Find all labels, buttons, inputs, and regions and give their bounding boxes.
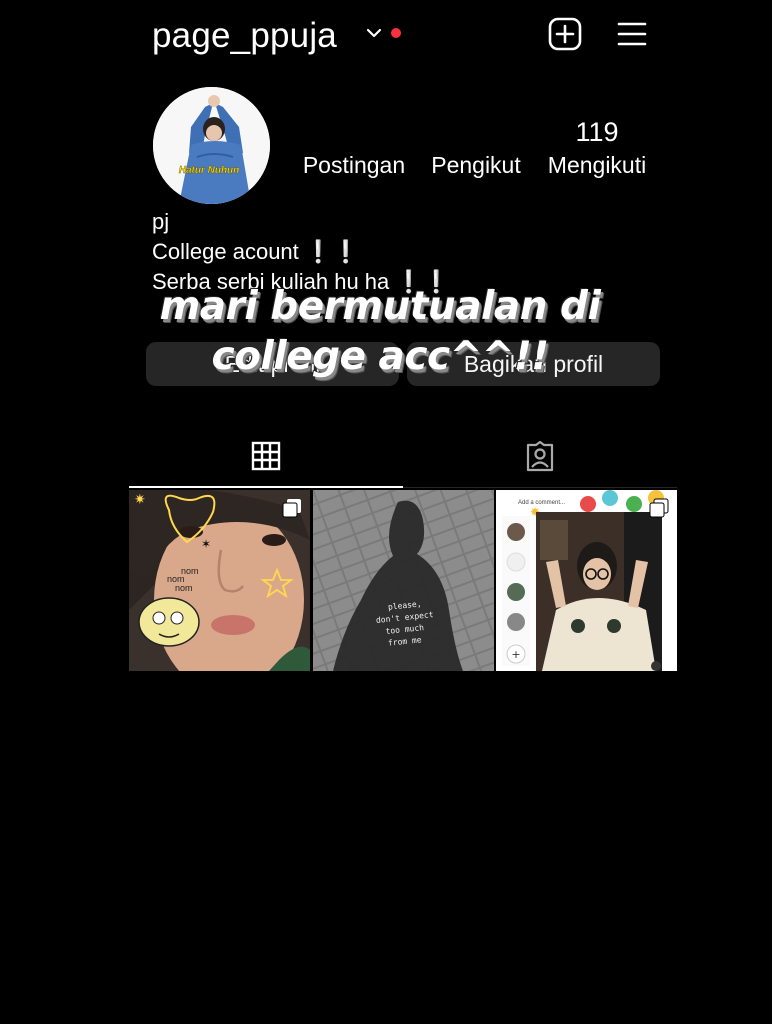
- post-1-text-3: nom: [175, 583, 193, 593]
- posts-count: [301, 114, 407, 150]
- overlay-line-1: mari bermutualan di: [159, 284, 601, 329]
- stat-followers[interactable]: Pengikut: [428, 114, 524, 180]
- tab-posts-grid[interactable]: [129, 430, 403, 488]
- multiple-posts-icon: [649, 498, 669, 523]
- tagged-person-icon: [524, 440, 556, 477]
- post-thumbnail-3[interactable]: Add a comment... ✸ +: [496, 490, 677, 671]
- hamburger-menu-icon[interactable]: [615, 17, 649, 56]
- following-label: Mengikuti: [547, 152, 647, 178]
- followers-count: [428, 114, 524, 150]
- notification-dot: [391, 28, 401, 38]
- profile-header: page_ppuja: [152, 14, 650, 58]
- profile-tabs: [129, 430, 677, 488]
- post-thumbnail-2[interactable]: please, don't expect too much from me: [313, 490, 494, 671]
- post-2-image: please, don't expect too much from me: [313, 490, 494, 671]
- multiple-posts-icon: [282, 498, 302, 523]
- post-3-comment-placeholder: Add a comment...: [518, 500, 565, 506]
- stat-following[interactable]: 119 Mengikuti: [544, 114, 650, 180]
- svg-text:✶: ✶: [201, 537, 211, 551]
- chevron-down-icon[interactable]: [365, 24, 383, 47]
- bio-line-1: College acount ❕❕: [152, 239, 360, 264]
- avatar-image: Hatur Nuhun: [153, 87, 270, 204]
- posts-label: Postingan: [302, 152, 406, 178]
- grid-icon: [251, 441, 281, 476]
- overlay-line-2: college acc^^!!: [211, 334, 549, 379]
- avatar-caption: Hatur Nuhun: [179, 165, 240, 176]
- svg-text:✷: ✷: [134, 492, 146, 508]
- tab-tagged[interactable]: [403, 430, 677, 488]
- overlay-caption: mari bermutualan di college acc^^!!: [130, 282, 630, 382]
- plus-square-icon[interactable]: [548, 17, 582, 56]
- avatar[interactable]: Hatur Nuhun: [153, 87, 270, 204]
- stat-posts[interactable]: Postingan: [301, 114, 407, 180]
- svg-text:+: +: [511, 648, 520, 661]
- posts-grid: ✷ ✶ nom nom nom please, don't expect too…: [129, 490, 677, 671]
- followers-label: Pengikut: [431, 152, 521, 178]
- username-title[interactable]: page_ppuja: [152, 16, 337, 56]
- bio-name: pj: [152, 209, 170, 234]
- post-thumbnail-1[interactable]: ✷ ✶ nom nom nom: [129, 490, 310, 671]
- following-count: 119: [575, 117, 619, 147]
